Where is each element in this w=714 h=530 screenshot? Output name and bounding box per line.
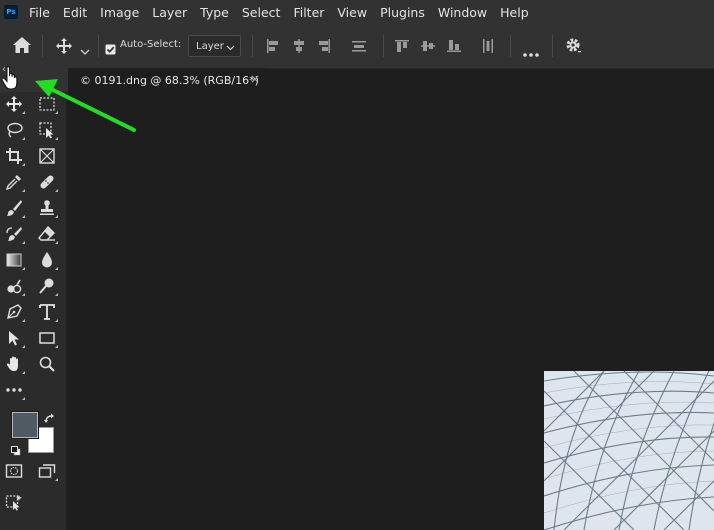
green-annotation-arrowhead <box>35 79 58 97</box>
annotation-arrow-overlay <box>35 79 136 132</box>
green-annotation-arrow <box>45 85 136 132</box>
